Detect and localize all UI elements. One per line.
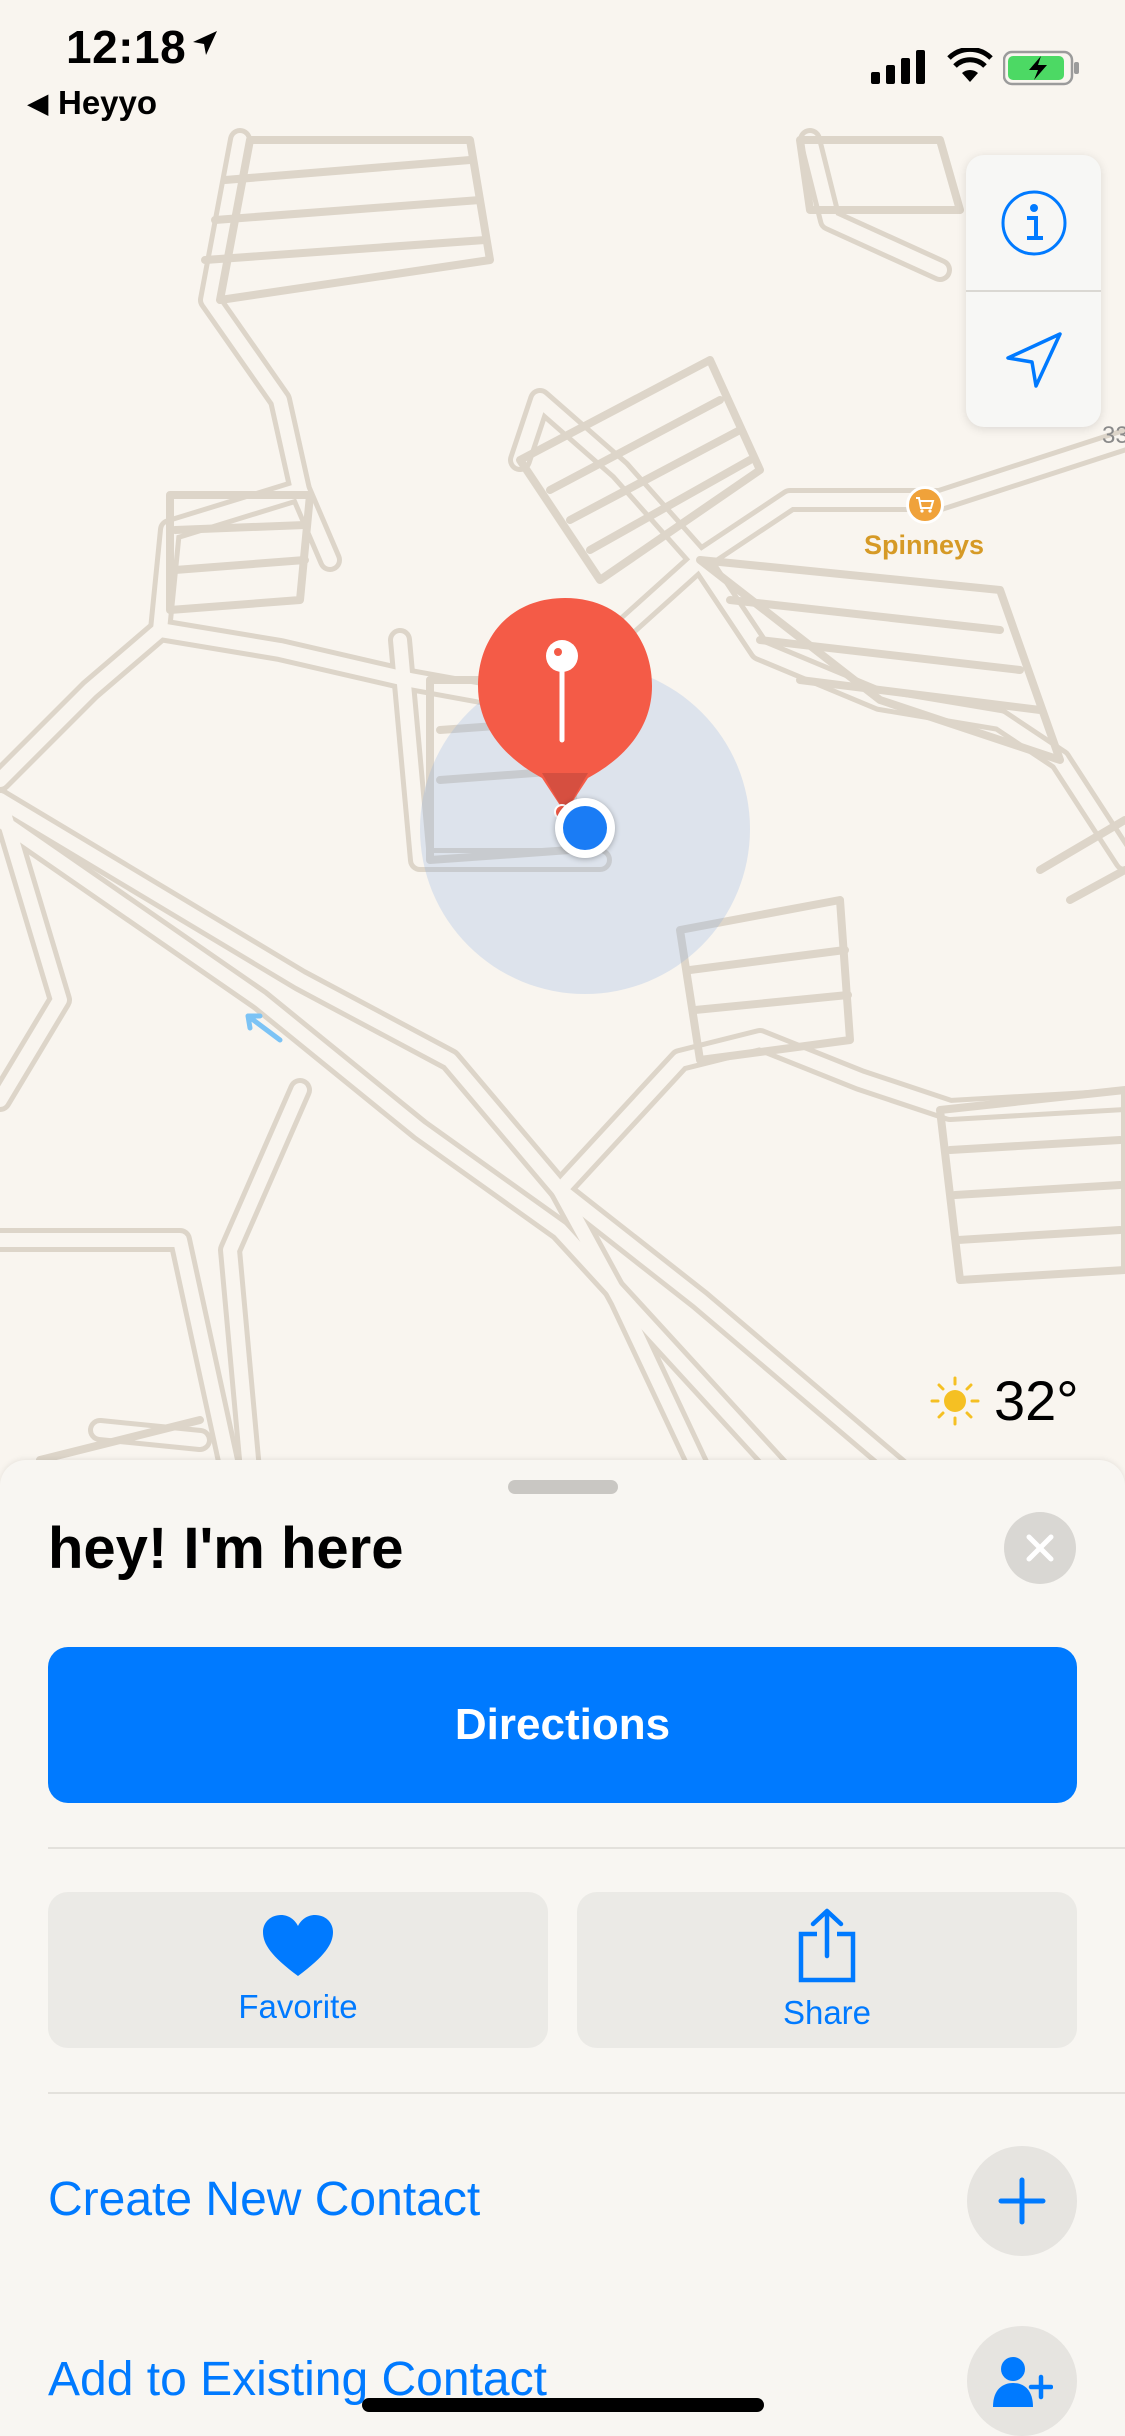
track-location-button[interactable]	[966, 292, 1101, 427]
info-icon	[1001, 190, 1066, 255]
location-arrow-icon	[1005, 331, 1062, 388]
temperature-label: 32°	[994, 1369, 1079, 1432]
user-location-dot	[555, 798, 615, 858]
home-indicator[interactable]	[362, 2398, 764, 2412]
back-app-label: Heyyo	[58, 84, 158, 121]
status-bar: 12:18 ◀ Heyyo	[0, 0, 1125, 130]
divider	[48, 2092, 1125, 2094]
map-controls	[966, 155, 1101, 427]
create-new-contact-link[interactable]: Create New Contact	[48, 2172, 480, 2227]
share-button[interactable]: Share	[577, 1892, 1077, 2048]
road-direction-arrow	[245, 1013, 283, 1043]
divider	[48, 1847, 1125, 1849]
sun-icon	[930, 1376, 980, 1425]
map-edge-label: 33	[1102, 422, 1125, 449]
battery-charging-icon	[1003, 50, 1079, 86]
place-title: hey! I'm here	[48, 1516, 404, 1581]
share-icon	[798, 1908, 856, 1983]
create-contact-button[interactable]	[967, 2146, 1077, 2256]
plus-icon	[998, 2177, 1046, 2225]
close-button[interactable]	[1004, 1512, 1076, 1584]
add-person-icon	[993, 2357, 1053, 2407]
sheet-grabber[interactable]	[508, 1480, 618, 1494]
wifi-icon	[947, 48, 993, 82]
location-services-icon	[193, 31, 217, 55]
map-pin[interactable]	[470, 598, 660, 828]
back-to-app-button[interactable]: ◀ Heyyo	[28, 84, 157, 122]
favorite-button[interactable]: Favorite	[48, 1892, 548, 2048]
close-icon	[1026, 1534, 1054, 1562]
heart-icon	[263, 1915, 333, 1976]
favorite-label: Favorite	[238, 1988, 358, 2025]
share-label: Share	[782, 1994, 872, 2031]
back-triangle-icon: ◀	[28, 87, 48, 118]
map-view[interactable]: 33 Spinneys 32°	[0, 0, 1125, 1470]
info-button[interactable]	[966, 155, 1101, 290]
shopping-cart-icon[interactable]	[906, 486, 944, 524]
cellular-signal-icon	[871, 50, 925, 84]
poi-label[interactable]: Spinneys	[864, 530, 984, 561]
add-existing-contact-button[interactable]	[967, 2326, 1077, 2436]
weather-badge: 32°	[930, 1368, 1079, 1433]
place-card-sheet: hey! I'm here Directions Favorite Share …	[0, 1460, 1125, 2436]
status-time: 12:18	[66, 21, 187, 73]
directions-button[interactable]: Directions	[48, 1647, 1077, 1803]
